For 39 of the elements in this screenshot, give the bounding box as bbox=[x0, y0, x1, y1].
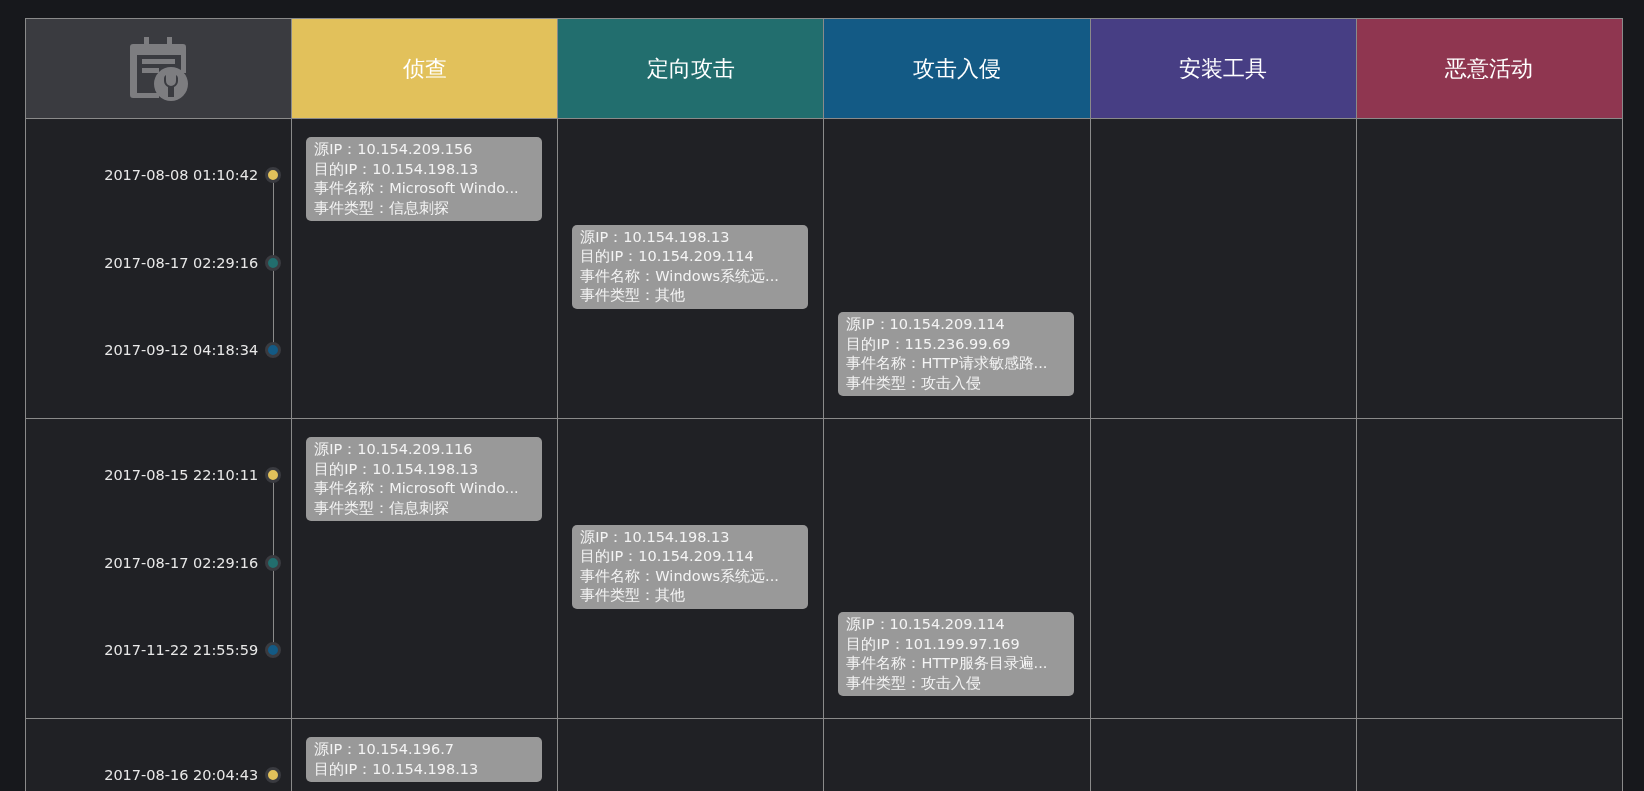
event-detail: 目的IP：10.154.198.13 bbox=[314, 759, 480, 779]
event-detail: 目的IP：10.154.198.13 bbox=[314, 459, 480, 479]
stage-header: 定向攻击 bbox=[558, 19, 825, 119]
event-detail: 事件类型：攻击入侵 bbox=[846, 673, 983, 693]
event-detail: 源IP：10.154.198.13 bbox=[580, 527, 731, 547]
event-detail: 目的IP：10.154.209.114 bbox=[580, 547, 755, 566]
event-time: 2017-08-15 22:10:11 bbox=[104, 466, 259, 484]
event-detail: 事件类型：其他 bbox=[580, 586, 687, 605]
event-time: 2017-09-12 04:18:34 bbox=[104, 341, 259, 359]
event-detail: 目的IP：101.199.97.169 bbox=[846, 634, 1021, 654]
event-detail: 目的IP：115.236.99.69 bbox=[846, 334, 1012, 354]
event-detail: 事件名称：Microsoft Windo... bbox=[314, 179, 520, 198]
stage-header: 侦查 bbox=[292, 19, 559, 119]
event-detail: 源IP：10.154.209.156 bbox=[314, 140, 474, 159]
event-time: 2017-11-22 21:55:59 bbox=[104, 641, 259, 659]
event-detail: 事件名称：Microsoft Windo... bbox=[314, 479, 520, 498]
event-detail: 源IP：10.154.198.13 bbox=[580, 227, 731, 247]
event-detail: 事件类型：攻击入侵 bbox=[846, 373, 983, 393]
event-time: 2017-08-08 01:10:42 bbox=[104, 166, 259, 184]
event-detail: 源IP：10.154.209.116 bbox=[314, 440, 474, 459]
event-detail: 目的IP：10.154.209.114 bbox=[580, 247, 755, 266]
event-detail: 事件类型：其他 bbox=[580, 286, 687, 305]
event-detail: 源IP：10.154.209.114 bbox=[846, 615, 1006, 634]
stage-header: 安装工具 bbox=[1090, 19, 1357, 119]
event-detail: 事件名称：HTTP服务目录遍... bbox=[846, 654, 1049, 673]
stage-header: 恶意活动 bbox=[1356, 19, 1623, 119]
event-detail: 源IP：10.154.209.114 bbox=[846, 315, 1006, 334]
event-time: 2017-08-16 20:04:43 bbox=[104, 766, 259, 784]
event-detail: 目的IP：10.154.198.13 bbox=[314, 159, 480, 179]
event-detail: 事件名称：Windows系统远... bbox=[580, 566, 780, 586]
event-detail: 事件名称：Windows系统远... bbox=[580, 266, 780, 286]
event-time: 2017-08-17 02:29:16 bbox=[104, 253, 259, 272]
stage-header: 攻击入侵 bbox=[824, 19, 1091, 119]
event-detail: 事件名称：HTTP请求敏感路... bbox=[846, 354, 1049, 373]
event-detail: 事件类型：信息刺探 bbox=[314, 198, 451, 218]
calendar-wrench-icon bbox=[128, 36, 189, 101]
event-detail: 事件类型：信息刺探 bbox=[314, 498, 451, 518]
event-time: 2017-08-17 02:29:16 bbox=[104, 553, 259, 572]
event-detail: 源IP：10.154.196.7 bbox=[314, 740, 456, 759]
